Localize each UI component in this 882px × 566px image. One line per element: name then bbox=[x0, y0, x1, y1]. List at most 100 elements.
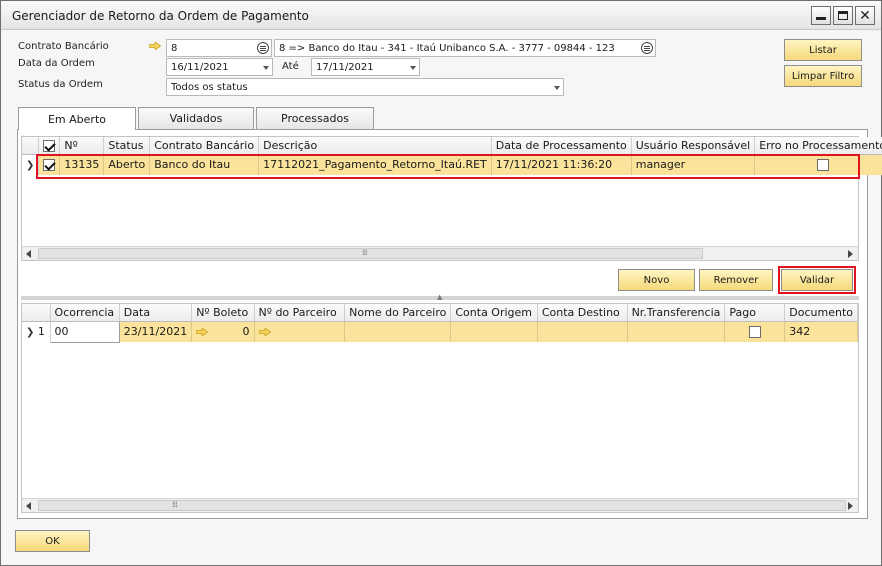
tab-processados[interactable]: Processados bbox=[256, 107, 374, 129]
cell-contrato[interactable]: Banco do Itau bbox=[149, 154, 260, 175]
scrollbar-thumb[interactable] bbox=[38, 248, 703, 259]
grid-header-row: Nº Status Contrato Bancário Descrição Da… bbox=[22, 137, 882, 155]
tab-em-aberto[interactable]: Em Aberto bbox=[18, 107, 136, 130]
tab-validados[interactable]: Validados bbox=[138, 107, 254, 129]
col-header-pago[interactable]: Pago bbox=[724, 304, 786, 322]
erro-checkbox[interactable] bbox=[816, 159, 829, 172]
chevron-down-icon bbox=[410, 66, 416, 70]
scroll-right-icon[interactable] bbox=[848, 250, 853, 258]
scroll-left-icon[interactable] bbox=[26, 250, 31, 258]
cell-conta-destino[interactable] bbox=[537, 321, 628, 342]
col-header-data-processamento[interactable]: Data de Processamento bbox=[491, 137, 632, 155]
col-header-conta-destino[interactable]: Conta Destino bbox=[537, 304, 628, 322]
maximize-icon bbox=[838, 11, 848, 20]
row-pointer-icon: ❯ bbox=[26, 327, 35, 339]
data-from-value: 16/11/2021 bbox=[171, 62, 229, 73]
table-row[interactable]: ❯ 13135 Aberto Banco do Itau 17112021_Pa… bbox=[22, 154, 882, 175]
col-header-descricao[interactable]: Descrição bbox=[258, 137, 492, 155]
cell-pago[interactable] bbox=[724, 321, 786, 342]
pago-checkbox[interactable] bbox=[748, 326, 761, 339]
chevron-down-icon bbox=[263, 66, 269, 70]
scroll-right-icon[interactable] bbox=[848, 502, 853, 510]
scroll-left-icon[interactable] bbox=[26, 502, 31, 510]
col-header-erro[interactable]: Erro no Processamento bbox=[754, 137, 882, 155]
col-header-transferencia[interactable]: Nr.Transferencia bbox=[627, 304, 726, 322]
ordens-table: Nº Status Contrato Bancário Descrição Da… bbox=[22, 137, 882, 175]
limpar-filtro-button[interactable]: Limpar Filtro bbox=[784, 65, 862, 87]
list-choose-icon[interactable] bbox=[257, 42, 269, 54]
grid-header-row: Ocorrencia Data Nº Boleto Nº do Parceiro… bbox=[22, 304, 858, 322]
link-arrow-icon[interactable] bbox=[196, 327, 209, 336]
col-header-ocorrencia[interactable]: Ocorrencia bbox=[50, 304, 120, 322]
remover-button[interactable]: Remover bbox=[699, 269, 773, 291]
minimize-button[interactable] bbox=[811, 6, 831, 25]
cell-erro[interactable] bbox=[754, 154, 882, 175]
grid1-horizontal-scrollbar[interactable]: ⁞⁞⁞ bbox=[22, 246, 858, 260]
validar-button[interactable]: Validar bbox=[778, 266, 856, 294]
cell-descricao[interactable]: 17112021_Pagamento_Retorno_Itaú.RET bbox=[258, 154, 492, 175]
cell-documento[interactable]: 342 bbox=[784, 321, 858, 342]
col-header-data[interactable]: Data bbox=[119, 304, 193, 322]
link-arrow-icon[interactable] bbox=[258, 327, 271, 336]
window-title: Gerenciador de Retorno da Ordem de Pagam… bbox=[12, 9, 309, 23]
chevron-down-icon bbox=[554, 86, 560, 90]
col-header-contrato[interactable]: Contrato Bancário bbox=[149, 137, 260, 155]
grip-icon: ⁞⁞⁞ bbox=[172, 500, 178, 509]
data-from-field[interactable]: 16/11/2021 bbox=[166, 58, 273, 76]
ordens-grid: Nº Status Contrato Bancário Descrição Da… bbox=[21, 136, 882, 261]
col-header-usuario[interactable]: Usuário Responsável bbox=[631, 137, 756, 155]
row-marker[interactable]: ❯ bbox=[22, 154, 40, 175]
panel-splitter[interactable]: ▲ bbox=[21, 293, 859, 301]
grid2-horizontal-scrollbar[interactable]: ⁞⁞⁞ bbox=[22, 498, 858, 512]
col-header-conta-origem[interactable]: Conta Origem bbox=[450, 304, 538, 322]
list-choose-icon[interactable] bbox=[641, 42, 653, 54]
cell-usuario[interactable]: manager bbox=[631, 154, 756, 175]
title-bar: Gerenciador de Retorno da Ordem de Pagam… bbox=[1, 1, 881, 30]
maximize-button[interactable] bbox=[833, 6, 853, 25]
cell-ocorrencia[interactable]: 00 bbox=[49, 320, 120, 343]
tab-panel: Nº Status Contrato Bancário Descrição Da… bbox=[17, 129, 882, 519]
cell-data[interactable]: 23/11/2021 bbox=[119, 321, 193, 342]
col-header-num[interactable]: Nº bbox=[59, 137, 105, 155]
main-window: Gerenciador de Retorno da Ordem de Pagam… bbox=[0, 0, 882, 566]
col-header-boleto[interactable]: Nº Boleto bbox=[191, 304, 255, 322]
ocorrencias-grid: Ocorrencia Data Nº Boleto Nº do Parceiro… bbox=[21, 303, 859, 513]
data-to-value: 17/11/2021 bbox=[316, 62, 374, 73]
status-select[interactable]: Todos os status bbox=[166, 78, 564, 96]
row-marker[interactable]: ❯ 1 bbox=[22, 321, 51, 342]
row-index: 1 bbox=[37, 325, 45, 339]
link-arrow-icon[interactable] bbox=[149, 42, 161, 50]
contrato-code-field[interactable]: 8 bbox=[166, 39, 272, 57]
row-marker-header bbox=[22, 304, 51, 322]
novo-button[interactable]: Novo bbox=[618, 269, 695, 291]
row-select-checkbox[interactable] bbox=[43, 159, 56, 172]
row-select-cell[interactable] bbox=[38, 154, 61, 175]
cell-parceiro[interactable] bbox=[254, 321, 346, 342]
data-to-field[interactable]: 17/11/2021 bbox=[311, 58, 420, 76]
cell-conta-origem[interactable] bbox=[450, 321, 538, 342]
data-ordem-label: Data da Ordem bbox=[18, 58, 95, 69]
col-header-status[interactable]: Status bbox=[103, 137, 151, 155]
ocorrencias-table: Ocorrencia Data Nº Boleto Nº do Parceiro… bbox=[22, 304, 858, 343]
cell-status[interactable]: Aberto bbox=[103, 154, 151, 175]
col-header-parceiro[interactable]: Nº do Parceiro bbox=[254, 304, 346, 322]
grip-icon: ⁞⁞⁞ bbox=[362, 248, 368, 257]
contrato-desc-value: 8 => Banco do Itau - 341 - Itaú Unibanco… bbox=[279, 43, 615, 54]
row-marker-header bbox=[22, 137, 40, 155]
cell-data-processamento[interactable]: 17/11/2021 11:36:20 bbox=[491, 154, 632, 175]
select-all-checkbox[interactable] bbox=[43, 139, 56, 152]
listar-button[interactable]: Listar bbox=[784, 39, 862, 61]
cell-boleto[interactable]: 0 bbox=[191, 321, 255, 342]
table-row[interactable]: ❯ 1 00 23/11/2021 0 342 bbox=[22, 320, 858, 343]
close-button[interactable]: ✕ bbox=[855, 6, 875, 25]
contrato-label: Contrato Bancário bbox=[18, 41, 109, 52]
scrollbar-thumb[interactable] bbox=[38, 500, 846, 511]
ok-button[interactable]: OK bbox=[15, 530, 90, 552]
col-header-documento[interactable]: Documento bbox=[784, 304, 858, 322]
contrato-desc-field[interactable]: 8 => Banco do Itau - 341 - Itaú Unibanco… bbox=[274, 39, 656, 57]
col-header-nome-parceiro[interactable]: Nome do Parceiro bbox=[344, 304, 452, 322]
cell-transferencia[interactable] bbox=[627, 321, 726, 342]
cell-nome-parceiro[interactable] bbox=[344, 321, 452, 342]
cell-num[interactable]: 13135 bbox=[59, 154, 105, 175]
select-all-header[interactable] bbox=[38, 137, 61, 155]
